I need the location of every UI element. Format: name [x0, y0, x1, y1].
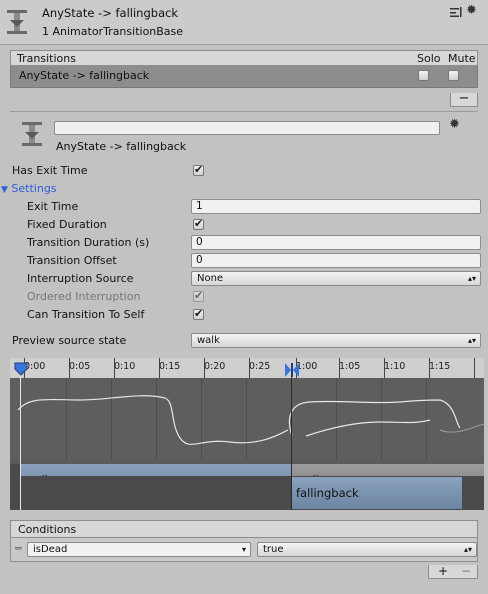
tick-label: 0:25 — [249, 361, 271, 372]
transition-panel-divider — [10, 111, 478, 112]
conditions-list: Conditions ═ isDead ▾ true ▴▾ — [10, 520, 478, 566]
curve-area — [10, 378, 484, 460]
has-exit-time-label: Has Exit Time — [12, 164, 88, 177]
exit-time-field[interactable]: 1 — [191, 199, 481, 214]
transition-duration-field[interactable]: 0 — [191, 235, 481, 250]
interruption-source-dropdown[interactable]: None ▴▾ — [191, 271, 481, 286]
add-condition-button[interactable]: + — [438, 564, 448, 578]
tick-label: 1:10 — [384, 361, 406, 372]
transition-panel-subtitle: AnyState -> fallingback — [56, 140, 187, 153]
settings-foldout[interactable]: ▼ Settings — [1, 182, 57, 195]
dropdown-arrow-icon: ▴▾ — [467, 336, 476, 345]
transitions-header: Transitions Solo Mute — [10, 50, 478, 66]
playhead-line — [20, 370, 21, 510]
chevron-down-icon: ▼ — [1, 185, 8, 195]
conditions-add-remove-bar: + − — [428, 564, 478, 579]
preview-source-label: Preview source state — [12, 334, 127, 347]
transition-duration-label: Transition Duration (s) — [27, 236, 150, 249]
conditions-header-label: Conditions — [18, 523, 77, 536]
inspector-header: AnyState -> fallingback 1 AnimatorTransi… — [0, 0, 488, 45]
destination-clip[interactable]: fallingback — [291, 477, 462, 509]
remove-transition-button[interactable]: − — [450, 92, 478, 107]
transition-offset-label: Transition Offset — [27, 254, 117, 267]
conditions-header: Conditions — [10, 520, 478, 538]
dropdown-arrow-icon: ▾ — [241, 545, 246, 554]
settings-label: Settings — [11, 182, 57, 195]
transition-offset-field[interactable]: 0 — [191, 253, 481, 268]
preset-icon[interactable] — [449, 6, 463, 18]
fixed-duration-label: Fixed Duration — [27, 218, 107, 231]
solo-checkbox[interactable] — [418, 70, 429, 81]
ordered-interruption-label: Ordered Interruption — [27, 290, 141, 303]
dropdown-arrow-icon: ▴▾ — [463, 545, 472, 554]
transition-icon — [5, 8, 29, 36]
tick-label: 0:15 — [159, 361, 181, 372]
destination-clip-track: fallingback — [10, 476, 484, 510]
preview-source-value: walk — [197, 335, 220, 346]
motion-curve — [17, 395, 484, 445]
condition-parameter-dropdown[interactable]: isDead ▾ — [27, 542, 251, 557]
gear-icon[interactable]: ✹ — [466, 3, 477, 18]
condition-row[interactable]: ═ isDead ▾ true ▴▾ — [10, 538, 478, 562]
tick-line — [474, 358, 475, 378]
transitions-header-label: Transitions — [17, 52, 76, 65]
can-transition-to-self-checkbox[interactable] — [193, 307, 204, 320]
mute-checkbox[interactable] — [448, 70, 459, 81]
condition-value: true — [263, 544, 284, 555]
timeline-ruler[interactable]: 0:00 0:05 0:10 0:15 0:20 0:25 1:00 1:05 … — [10, 358, 484, 378]
transition-marker-icon[interactable] — [285, 363, 299, 377]
fixed-duration-checkbox[interactable] — [193, 217, 204, 230]
transition-name-field[interactable] — [54, 121, 440, 135]
header-subtitle: 1 AnimatorTransitionBase — [42, 25, 184, 38]
condition-value-dropdown[interactable]: true ▴▾ — [257, 542, 477, 557]
transition-end-line — [291, 370, 292, 510]
transition-row[interactable]: AnyState -> fallingback — [10, 66, 478, 88]
solo-header-label: Solo — [417, 52, 441, 65]
ordered-interruption-checkbox — [193, 289, 204, 302]
playhead-marker-icon[interactable] — [14, 362, 28, 376]
interruption-source-value: None — [197, 273, 224, 284]
destination-clip-label: fallingback — [296, 486, 359, 500]
interruption-source-label: Interruption Source — [27, 272, 134, 285]
tick-label: 1:00 — [296, 361, 318, 372]
has-exit-time-checkbox[interactable] — [193, 163, 204, 176]
remove-condition-button[interactable]: − — [461, 564, 471, 578]
transition-panel-icon — [20, 120, 44, 148]
transition-timeline[interactable]: 0:00 0:05 0:10 0:15 0:20 0:25 1:00 1:05 … — [10, 358, 484, 510]
tick-label: 0:05 — [69, 361, 91, 372]
exit-time-label: Exit Time — [27, 200, 79, 213]
mute-header-label: Mute — [448, 52, 476, 65]
drag-handle-icon[interactable]: ═ — [15, 542, 22, 555]
condition-parameter-value: isDead — [33, 544, 68, 555]
can-transition-to-self-label: Can Transition To Self — [27, 308, 145, 321]
transition-panel-gear-icon[interactable]: ✹ — [449, 117, 460, 132]
tick-label: 0:20 — [204, 361, 226, 372]
transitions-list: Transitions Solo Mute AnyState -> fallin… — [10, 50, 478, 94]
transition-row-label: AnyState -> fallingback — [19, 69, 150, 82]
tick-label: 0:10 — [114, 361, 136, 372]
header-title: AnyState -> fallingback — [42, 6, 179, 20]
preview-source-dropdown[interactable]: walk ▴▾ — [191, 333, 481, 348]
tick-label: 1:05 — [339, 361, 361, 372]
dropdown-arrow-icon: ▴▾ — [467, 274, 476, 283]
tick-label: 1:15 — [429, 361, 451, 372]
